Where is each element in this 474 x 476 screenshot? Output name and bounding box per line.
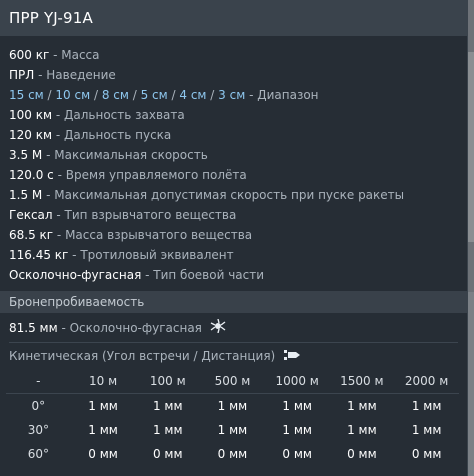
- table-cell: 1 мм: [88, 399, 118, 413]
- table-column-header: 10 м: [70, 369, 136, 394]
- range-value: 10 см: [55, 88, 91, 102]
- table-cell: 0 мм: [217, 447, 248, 461]
- property-label: Наведение: [46, 68, 116, 82]
- projectile-icon: [283, 344, 301, 370]
- property-label: Масса: [61, 48, 100, 62]
- table-angle-cell: 30°: [27, 423, 49, 437]
- tooltip-title: ПРР YJ-91A: [9, 9, 93, 27]
- property-label: Максимальная допустимая скорость при пус…: [54, 188, 405, 202]
- property-label: Дальность пуска: [64, 128, 172, 142]
- property-value: 120.0 с: [9, 168, 54, 182]
- range-value: 8 см: [101, 88, 129, 102]
- table-cell: 1 мм: [411, 423, 442, 437]
- kinetic-penetration-title: Кинетическая (Угол встречи / Дистанция): [9, 349, 276, 363]
- property-row-lock-range: 100 км - Дальность захвата: [9, 108, 185, 122]
- table-corner-cell: -: [6, 369, 71, 394]
- table-column-header: 500 м: [200, 369, 265, 394]
- property-value: 1.5 М: [9, 188, 43, 202]
- table-cell: 1 мм: [282, 399, 312, 413]
- property-label: Дальность захвата: [64, 108, 185, 122]
- range-value: 3 см: [218, 88, 246, 102]
- table-column-header: 1500 м: [329, 369, 395, 394]
- he-penetration-label: Осколочно-фугасная: [69, 321, 202, 335]
- kinetic-penetration-title-row: Кинетическая (Угол встречи / Дистанция): [0, 343, 467, 369]
- table-header-row: - 10 м 100 м 500 м 1000 м 1500 м 2000 м: [6, 369, 459, 394]
- property-label: Максимальная скорость: [54, 148, 208, 162]
- table-cell: 0 мм: [88, 447, 118, 461]
- range-value: 4 см: [179, 88, 207, 102]
- property-row-explosive-type: Гексал - Тип взрывчатого вещества: [9, 208, 237, 222]
- table-cell: 0 мм: [411, 447, 442, 461]
- property-label: Тип взрывчатого вещества: [64, 208, 237, 222]
- he-penetration-row: 81.5 мм - Осколочно-фугасная: [0, 316, 467, 340]
- property-value: Гексал: [9, 208, 53, 222]
- table-row: 60° 0 мм 0 мм 0 мм 0 мм 0 мм 0 мм: [6, 442, 459, 466]
- table-row: 0° 1 мм 1 мм 1 мм 1 мм 1 мм 1 мм: [6, 394, 459, 419]
- table-cell: 0 мм: [152, 447, 183, 461]
- table-angle-cell: 60°: [27, 447, 49, 461]
- armor-penetration-header: Бронепробиваемость: [0, 291, 467, 313]
- he-penetration-value: 81.5 мм: [9, 321, 58, 335]
- explosion-icon: [210, 317, 226, 341]
- property-row-flight-time: 120.0 с - Время управляемого полёта: [9, 168, 247, 182]
- property-row-max-speed: 3.5 М - Максимальная скорость: [9, 148, 208, 162]
- property-row-warhead-type: Осколочно-фугасная - Тип боевой части: [9, 268, 265, 282]
- armor-penetration-title: Бронепробиваемость: [9, 295, 145, 309]
- table-column-header: 2000 м: [394, 369, 459, 394]
- table-cell: 1 мм: [152, 423, 183, 437]
- property-row-band: 15 см / 10 см / 8 см / 5 см / 4 см / 3 с…: [9, 88, 319, 102]
- property-row-guidance: ПРЛ - Наведение: [9, 68, 116, 82]
- table-cell: 1 мм: [88, 423, 118, 437]
- table-row: 30° 1 мм 1 мм 1 мм 1 мм 1 мм 1 мм: [6, 418, 459, 442]
- table-cell: 1 мм: [152, 399, 183, 413]
- property-value: 3.5 М: [9, 148, 43, 162]
- table-column-header: 1000 м: [264, 369, 330, 394]
- property-row-mass: 600 кг - Масса: [9, 48, 100, 62]
- table-cell: 1 мм: [217, 399, 248, 413]
- table-column-header: 100 м: [135, 369, 201, 394]
- property-row-explosive-mass: 68.5 кг - Масса взрывчатого вещества: [9, 228, 253, 242]
- table-cell: 1 мм: [217, 423, 248, 437]
- penetration-table: - 10 м 100 м 500 м 1000 м 1500 м 2000 м …: [6, 369, 459, 466]
- property-value: Осколочно-фугасная: [9, 268, 142, 282]
- range-value: 5 см: [140, 88, 168, 102]
- property-value: 116.45 кг: [9, 248, 69, 262]
- property-value: 120 км: [9, 128, 53, 142]
- property-value: 600 кг: [9, 48, 50, 62]
- property-row-launch-speed: 1.5 М - Максимальная допустимая скорость…: [9, 188, 405, 202]
- property-value: ПРЛ: [9, 68, 35, 82]
- property-label: Масса взрывчатого вещества: [65, 228, 253, 242]
- range-value: 15 см: [9, 88, 44, 102]
- property-label: Время управляемого полёта: [65, 168, 247, 182]
- table-cell: 1 мм: [411, 399, 442, 413]
- table-cell: 1 мм: [282, 423, 312, 437]
- property-label: Диапазон: [257, 88, 319, 102]
- property-list: 600 кг - Масса ПРЛ - Наведение 15 см / 1…: [0, 36, 467, 285]
- table-angle-cell: 0°: [31, 399, 46, 413]
- property-row-tnt-equivalent: 116.45 кг - Тротиловый эквивалент: [9, 248, 234, 262]
- property-label: Тротиловый эквивалент: [80, 248, 234, 262]
- property-value: 68.5 кг: [9, 228, 54, 242]
- table-cell: 0 мм: [282, 447, 312, 461]
- table-cell: 1 мм: [347, 423, 377, 437]
- property-label: Тип боевой части: [153, 268, 265, 282]
- property-row-launch-range: 120 км - Дальность пуска: [9, 128, 172, 142]
- table-cell: 1 мм: [347, 399, 377, 413]
- tooltip-title-bar: ПРР YJ-91A: [0, 0, 467, 36]
- tooltip-panel: ПРР YJ-91A 600 кг - Масса ПРЛ - Наведени…: [0, 0, 468, 476]
- property-value: 100 км: [9, 108, 53, 122]
- table-cell: 0 мм: [347, 447, 377, 461]
